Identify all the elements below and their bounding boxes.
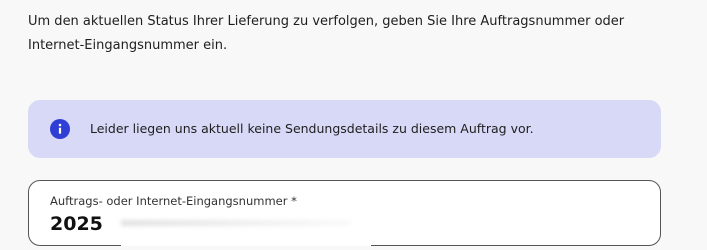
intro-text: Um den aktuellen Status Ihrer Lieferung … <box>28 14 625 53</box>
order-tracking-page: Um den aktuellen Status Ihrer Lieferung … <box>0 0 707 250</box>
info-icon <box>50 119 70 139</box>
redacted-value-overlay <box>121 210 371 246</box>
order-number-input[interactable]: 2025 <box>50 211 103 237</box>
info-banner: Leider liegen uns aktuell keine Sendungs… <box>28 100 661 158</box>
order-number-field[interactable]: Auftrags- oder Internet-Eingangsnummer *… <box>28 180 661 246</box>
info-banner-message: Leider liegen uns aktuell keine Sendungs… <box>90 121 534 136</box>
order-number-label: Auftrags- oder Internet-Eingangsnummer * <box>50 194 297 208</box>
